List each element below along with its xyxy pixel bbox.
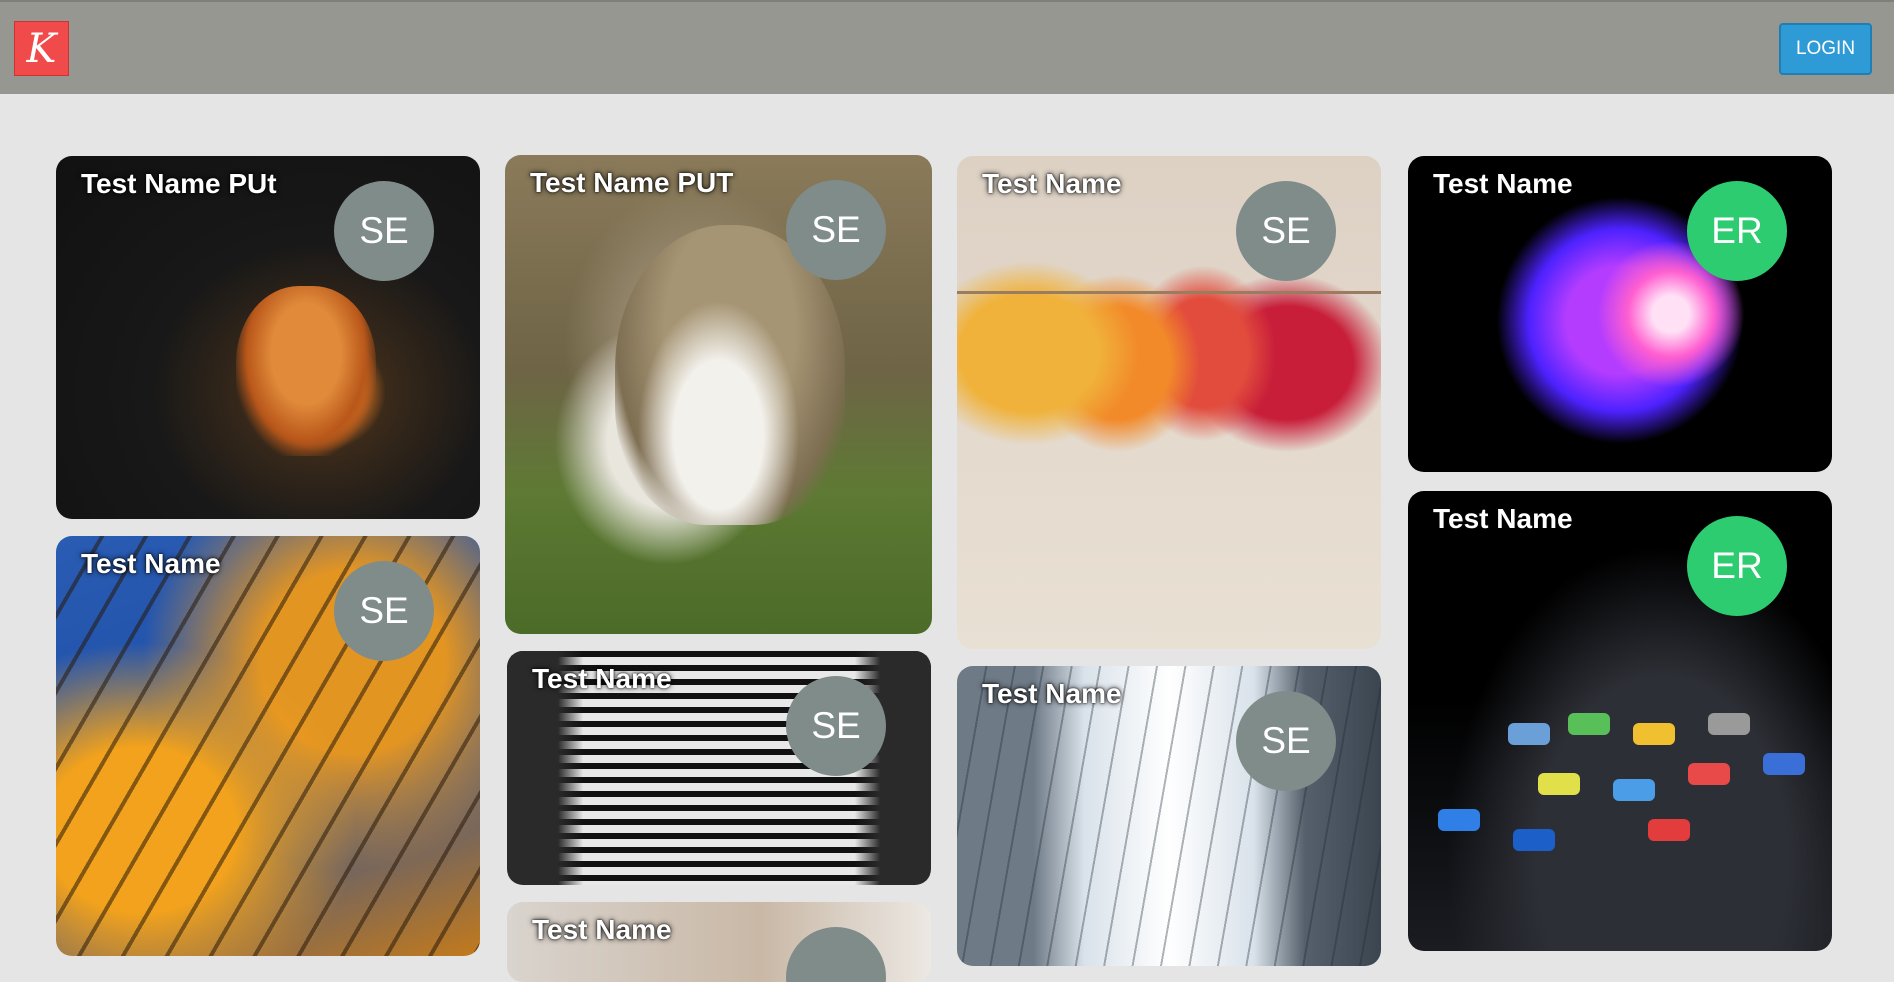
post-card[interactable]: Test Name [507, 902, 931, 982]
post-card[interactable]: Test Name SE [957, 666, 1381, 966]
card-title: Test Name [81, 548, 221, 579]
author-avatar[interactable]: SE [1236, 691, 1336, 791]
post-card[interactable]: Test Name ER [1408, 156, 1832, 472]
author-avatar[interactable]: SE [786, 676, 886, 776]
app-logo[interactable]: K [14, 21, 69, 76]
post-card[interactable]: Test Name SE [56, 536, 480, 956]
card-title: Test Name [1433, 168, 1573, 199]
post-card[interactable]: Test Name PUt SE [56, 156, 480, 519]
author-avatar[interactable]: ER [1687, 516, 1787, 616]
card-image [957, 291, 1381, 294]
author-avatar[interactable]: SE [334, 181, 434, 281]
card-title: Test Name [1433, 503, 1573, 534]
login-button[interactable]: LOGIN [1779, 23, 1872, 75]
top-navbar: K LOGIN [0, 0, 1894, 94]
card-title: Test Name [532, 914, 672, 945]
author-avatar[interactable]: SE [1236, 181, 1336, 281]
author-avatar[interactable]: SE [334, 561, 434, 661]
card-title: Test Name [982, 168, 1122, 199]
card-title: Test Name [532, 663, 672, 694]
card-title: Test Name PUt [81, 168, 277, 199]
post-card[interactable]: Test Name ER [1408, 491, 1832, 951]
post-card[interactable]: Test Name SE [507, 651, 931, 885]
author-avatar[interactable]: SE [786, 180, 886, 280]
author-avatar[interactable]: ER [1687, 181, 1787, 281]
card-image [236, 286, 376, 456]
post-card[interactable]: Test Name SE [957, 156, 1381, 649]
card-title: Test Name PUT [530, 167, 734, 198]
post-card[interactable]: Test Name PUT SE [505, 155, 932, 634]
card-title: Test Name [982, 678, 1122, 709]
author-avatar[interactable] [786, 927, 886, 982]
